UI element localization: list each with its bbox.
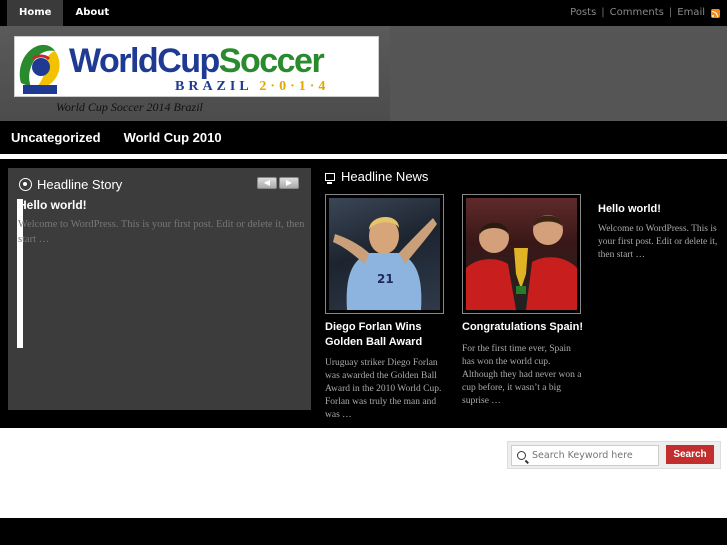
- monitor-icon: [325, 172, 335, 184]
- header-branding: WorldCupSoccer BRAZIL 2·0·1·4 World Cup …: [0, 26, 390, 121]
- site-tagline: World Cup Soccer 2014 Brazil: [56, 100, 203, 114]
- headline-story-heading: Headline Story: [19, 177, 122, 192]
- news-thumbnail-spain[interactable]: [462, 194, 581, 314]
- search-field-wrapper: [511, 445, 659, 466]
- search-button[interactable]: Search: [666, 445, 714, 464]
- next-arrow-button[interactable]: ▶: [279, 177, 299, 189]
- separator: |: [601, 7, 605, 18]
- nav-world-cup-2010[interactable]: World Cup 2010: [124, 130, 222, 145]
- soccer-ball-icon: [19, 178, 32, 191]
- site-header: WorldCupSoccer BRAZIL 2·0·1·4 World Cup …: [0, 26, 727, 121]
- comments-feed-link[interactable]: Comments: [610, 0, 664, 26]
- logo-subtitle: BRAZIL 2·0·1·4: [175, 79, 330, 94]
- news-excerpt: Welcome to WordPress. This is your first…: [598, 224, 718, 260]
- posts-feed-link[interactable]: Posts: [570, 0, 596, 26]
- category-nav: Uncategorized World Cup 2010: [0, 121, 727, 154]
- headline-story-panel: Headline Story ◀ ▶ Hello world! Welcome …: [8, 168, 311, 410]
- footer-bar: [0, 518, 727, 545]
- nav-about-link[interactable]: About: [63, 0, 121, 26]
- news-title-link[interactable]: Congratulations Spain!: [462, 320, 586, 335]
- svg-text:21: 21: [377, 272, 394, 286]
- prev-arrow-button[interactable]: ◀: [257, 177, 277, 189]
- news-thumbnail-forlan[interactable]: 21: [325, 194, 444, 314]
- slider-controls: ◀ ▶: [257, 177, 299, 189]
- player-photo-icon: 21: [333, 216, 437, 310]
- world-cup-emblem-icon: [19, 44, 60, 94]
- news-excerpt: For the first time ever, Spain has won t…: [462, 344, 582, 406]
- news-title-link[interactable]: Hello world!: [598, 202, 718, 217]
- top-nav: Home About: [7, 0, 121, 26]
- headline-news-heading: Headline News: [325, 169, 428, 184]
- nav-uncategorized[interactable]: Uncategorized: [11, 130, 101, 145]
- separator: |: [668, 7, 673, 18]
- headline-post-title[interactable]: Hello world!: [18, 198, 87, 212]
- search-icon: [517, 451, 526, 460]
- search-form: Search: [507, 441, 721, 469]
- rss-icon[interactable]: [711, 8, 720, 18]
- feed-links: Posts | Comments | Email: [570, 0, 720, 26]
- players-trophy-photo-icon: [466, 215, 577, 310]
- top-bar: Home About Posts | Comments | Email: [0, 0, 727, 26]
- news-excerpt: Uruguay striker Diego Forlan was awarded…: [325, 358, 442, 420]
- search-input[interactable]: [532, 450, 658, 461]
- featured-section: Headline Story ◀ ▶ Hello world! Welcome …: [0, 159, 727, 428]
- email-link[interactable]: Email: [677, 0, 705, 26]
- site-logo[interactable]: WorldCupSoccer BRAZIL 2·0·1·4: [14, 36, 379, 97]
- headline-post-excerpt: Welcome to WordPress. This is your first…: [18, 219, 305, 245]
- logo-title: WorldCupSoccer: [69, 42, 325, 80]
- nav-home-link[interactable]: Home: [7, 0, 64, 26]
- news-title-link[interactable]: Diego Forlan Wins Golden Ball Award: [325, 320, 445, 350]
- news-image: 21: [329, 198, 440, 310]
- news-image: [466, 198, 577, 310]
